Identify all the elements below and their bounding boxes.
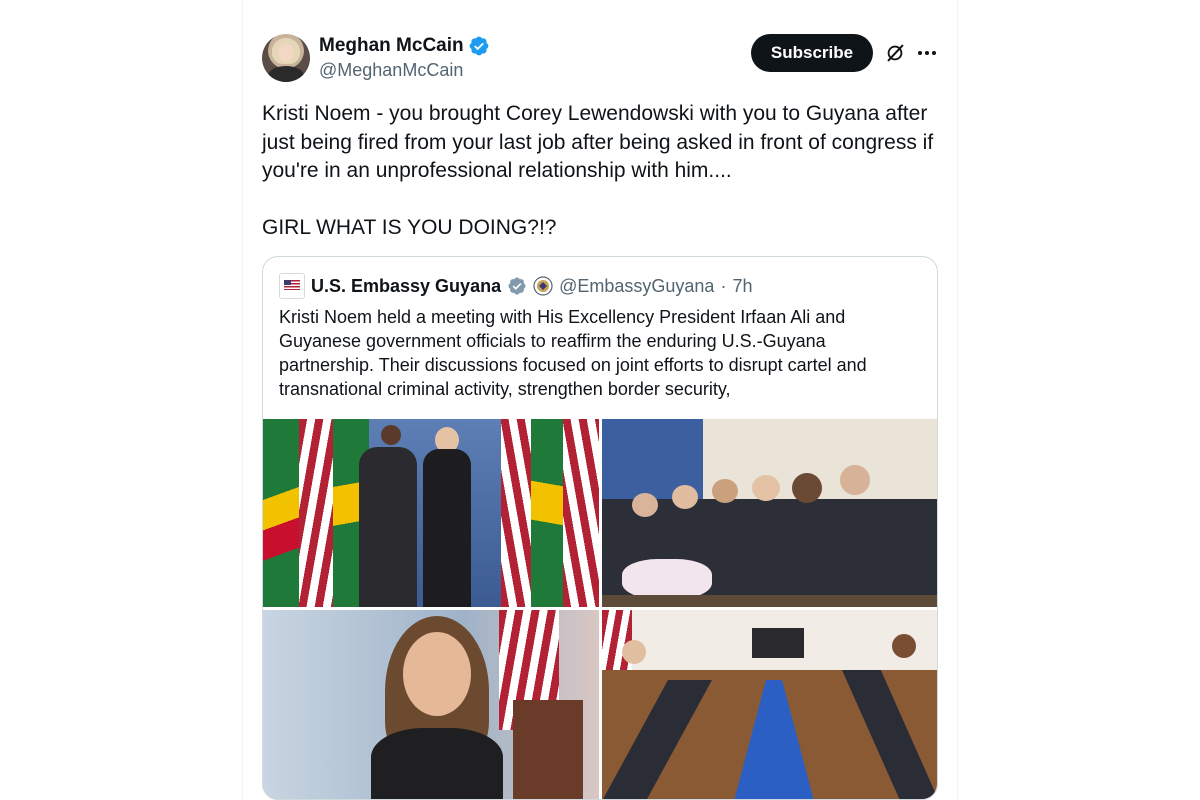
dot-separator: · <box>720 275 727 296</box>
quoted-timestamp[interactable]: 7h <box>732 276 752 297</box>
author-avatar[interactable] <box>262 34 310 82</box>
state-department-seal-icon <box>533 276 553 296</box>
quoted-display-name[interactable]: U.S. Embassy Guyana <box>311 276 501 297</box>
quoted-post-header: U.S. Embassy Guyana @EmbassyGuyana · 7h <box>279 273 752 299</box>
author-handle[interactable]: @MeghanMcCain <box>319 60 463 81</box>
embassy-avatar[interactable] <box>279 273 305 299</box>
meeting-side-view-photo[interactable] <box>602 419 937 607</box>
more-options-icon[interactable] <box>916 44 938 62</box>
government-badge-icon <box>508 277 526 295</box>
subscribe-button[interactable]: Subscribe <box>751 34 873 72</box>
author-name-row: Meghan McCain <box>319 35 490 57</box>
handshake-photo[interactable] <box>263 419 599 607</box>
author-display-name[interactable]: Meghan McCain <box>319 35 464 57</box>
verified-badge-icon <box>469 36 489 56</box>
post-text: Kristi Noem - you brought Corey Lewendow… <box>262 102 934 239</box>
conference-table-photo[interactable] <box>602 610 937 799</box>
quoted-post[interactable]: U.S. Embassy Guyana @EmbassyGuyana · 7h … <box>262 256 938 800</box>
quoted-handle[interactable]: @EmbassyGuyana <box>559 276 714 297</box>
quoted-post-text: Kristi Noem held a meeting with His Exce… <box>279 307 867 399</box>
kristi-noem-portrait-photo[interactable] <box>263 610 599 799</box>
photo-grid <box>263 419 937 799</box>
grok-icon[interactable] <box>884 42 906 64</box>
